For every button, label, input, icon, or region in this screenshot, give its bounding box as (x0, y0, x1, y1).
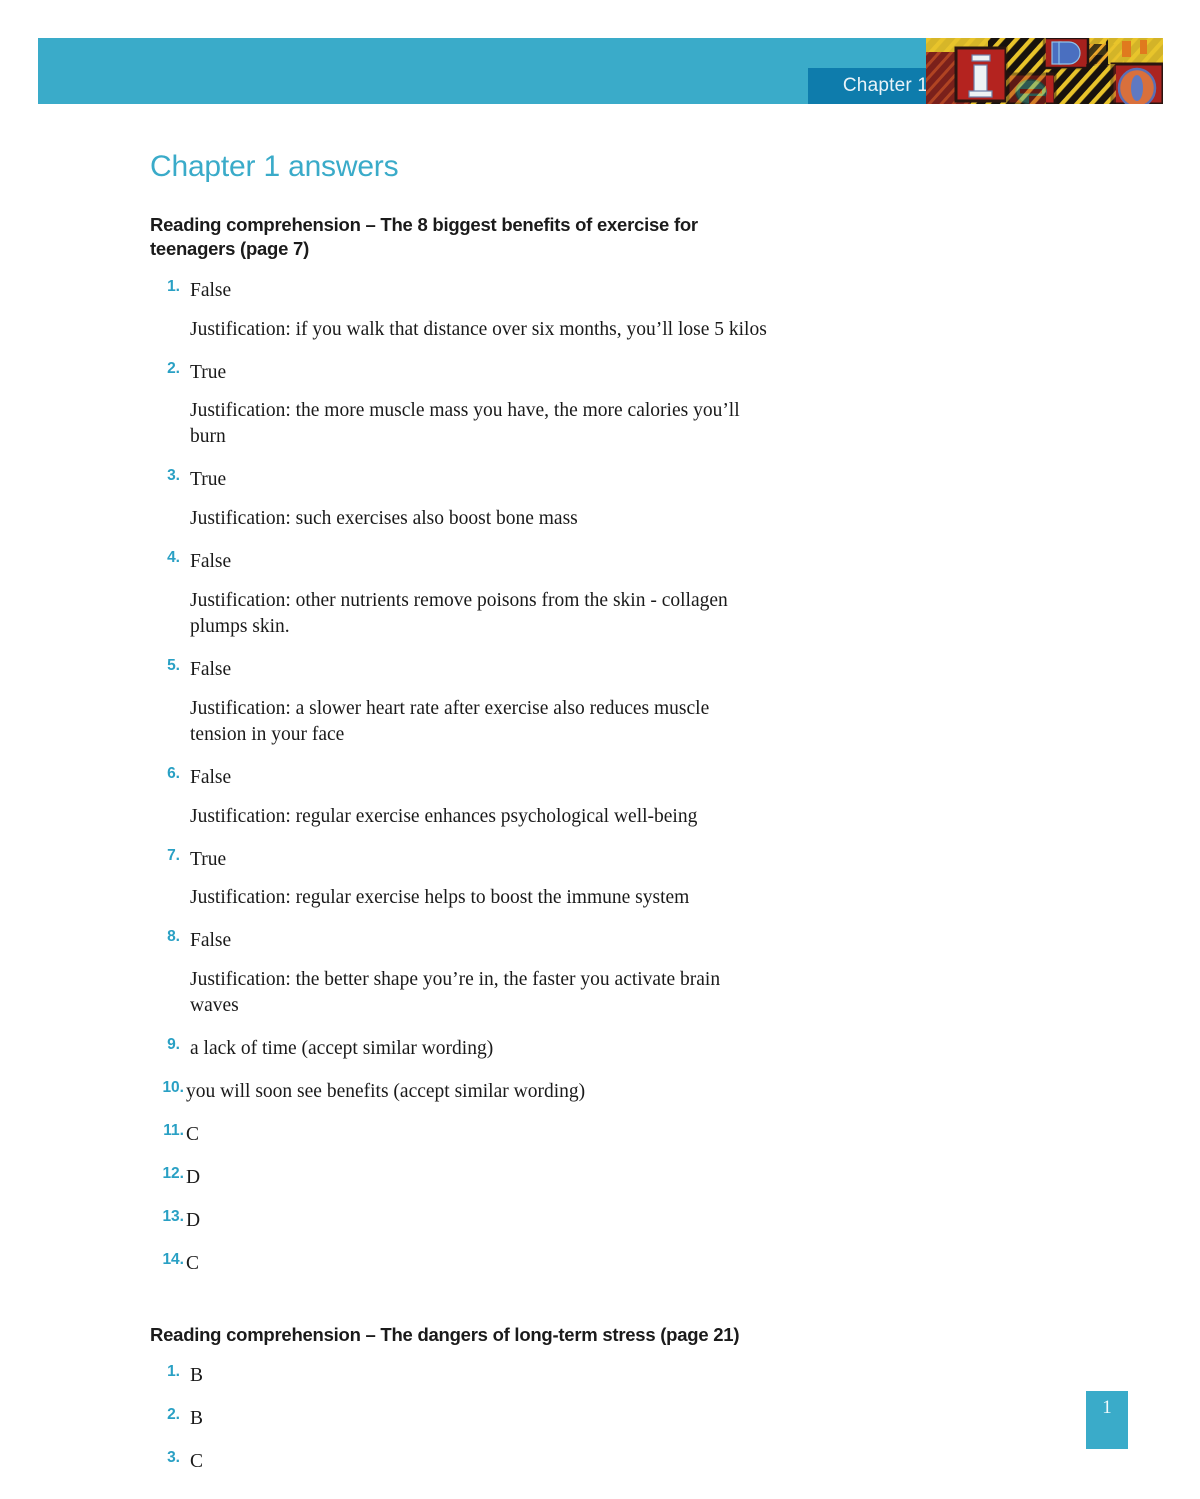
answer-text: True (190, 361, 227, 383)
answer-justification: Justification: such exercises also boost… (190, 508, 578, 530)
answer-number: 8. (167, 928, 180, 946)
answer-number: 9. (167, 1036, 180, 1054)
answer-text: False (190, 766, 232, 788)
answer-item: 10. you will soon see benefits (accept si… (150, 1079, 770, 1105)
answer-text: True (190, 848, 227, 870)
answer-item: 11. C (150, 1122, 770, 1148)
graffiti-letter-blocks-image (926, 38, 1163, 104)
answer-text: you will soon see benefits (accept simil… (186, 1081, 586, 1103)
answer-item: 1. B (150, 1363, 770, 1389)
answer-text: D (186, 1166, 201, 1188)
answer-text: C (186, 1252, 200, 1274)
answer-text: False (190, 930, 232, 952)
answer-item: 12. D (150, 1165, 770, 1191)
section-heading: Reading comprehension – The dangers of l… (150, 1323, 740, 1345)
answer-number: 1. (167, 277, 180, 295)
header-band: Chapter 1 (38, 38, 1163, 104)
section-reading-comprehension-1: Reading comprehension – The 8 biggest be… (150, 213, 770, 1277)
answer-number: 14. (162, 1250, 184, 1268)
answer-text: C (190, 1451, 204, 1473)
answer-number: 12. (162, 1164, 184, 1182)
answer-item: 3. C (150, 1449, 770, 1475)
answer-item: 14. C (150, 1251, 770, 1277)
answer-text: False (190, 658, 232, 680)
answer-justification: Justification: regular exercise helps to… (190, 887, 690, 909)
answer-number: 10. (162, 1079, 184, 1097)
answer-number: 6. (167, 764, 180, 782)
answer-justification: Justification: other nutrients remove po… (190, 590, 728, 637)
answer-text: True (190, 469, 227, 491)
answer-list-2: 1. B 2. B 3. C (150, 1363, 770, 1475)
answer-text: B (190, 1408, 204, 1430)
answer-item: 5. False Justification: a slower heart rat… (150, 657, 770, 748)
answer-justification: Justification: regular exercise enhances… (190, 805, 698, 827)
answer-text: a lack of time (accept similar wording) (190, 1038, 494, 1060)
answer-justification: Justification: the better shape you’re i… (190, 969, 721, 1017)
answer-number: 2. (167, 1406, 180, 1424)
answer-item: 13. D (150, 1208, 770, 1234)
section-reading-comprehension-2: Reading comprehension – The dangers of l… (150, 1323, 770, 1475)
answer-number: 5. (167, 656, 180, 674)
answer-number: 1. (167, 1363, 180, 1381)
answer-item: 2. B (150, 1406, 770, 1432)
answer-item: 8. False Justification: the better shape y… (150, 928, 770, 1019)
answer-justification: Justification: the more muscle mass you … (190, 400, 740, 448)
answer-number: 13. (162, 1207, 184, 1225)
answer-item: 1. False Justification: if you walk that d… (150, 278, 770, 343)
page-number: 1 (1102, 1397, 1112, 1418)
answer-number: 2. (167, 359, 180, 377)
answer-item: 7. True Justification: regular exercise he… (150, 847, 770, 912)
answer-item: 6. False Justification: regular exercise e… (150, 765, 770, 830)
answer-item: 4. False Justification: other nutrients re… (150, 549, 770, 640)
answer-item: 2. True Justification: the more muscle mas… (150, 360, 770, 451)
answer-text: D (186, 1209, 201, 1231)
answer-list-1: 1. False Justification: if you walk that d… (150, 278, 770, 1277)
section-heading: Reading comprehension – The 8 biggest be… (150, 213, 698, 260)
answer-item: 9. a lack of time (accept similar wording… (150, 1036, 770, 1062)
answer-justification: Justification: a slower heart rate after… (190, 697, 710, 745)
document-body: Chapter 1 answers Reading comprehension … (150, 150, 770, 1475)
answer-text: False (190, 279, 232, 301)
chapter-tab-label: Chapter 1 (842, 75, 929, 96)
answer-text: B (190, 1365, 204, 1387)
answer-number: 7. (167, 846, 180, 864)
answer-number: 3. (167, 467, 180, 485)
answer-justification: Justification: if you walk that distance… (190, 318, 767, 340)
page-title: Chapter 1 answers (150, 150, 399, 183)
answer-number: 3. (167, 1449, 180, 1467)
answer-number: 4. (167, 549, 180, 567)
answer-number: 11. (163, 1121, 184, 1139)
answer-item: 3. True Justification: such exercises also… (150, 467, 770, 532)
answer-text: C (186, 1123, 200, 1145)
page-number-box: 1 (1086, 1391, 1128, 1449)
answer-text: False (190, 551, 232, 573)
